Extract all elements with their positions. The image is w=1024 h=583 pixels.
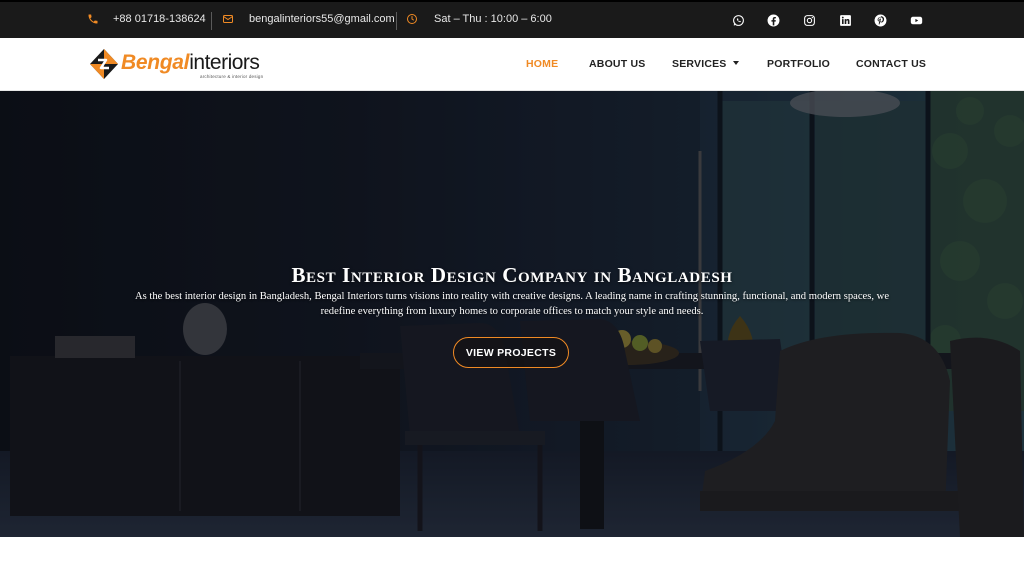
- instagram-icon[interactable]: [802, 13, 816, 27]
- phone-icon: [87, 13, 99, 25]
- email-text: bengalinteriors55@gmail.com: [249, 13, 395, 25]
- hero-description: As the best interior design in Banglades…: [134, 291, 890, 317]
- nav-home[interactable]: HOME: [526, 58, 558, 70]
- phone-text: +88 01718-138624: [113, 13, 206, 25]
- nav-portfolio[interactable]: PORTFOLIO: [767, 58, 830, 70]
- facebook-icon[interactable]: [766, 13, 780, 27]
- page-bottom-area: [0, 537, 1024, 583]
- clock-icon: [406, 13, 418, 25]
- logo-word: interiors: [189, 51, 260, 74]
- hero-section: Best Interior Design Company in Banglade…: [0, 91, 1024, 537]
- hero-title: Best Interior Design Company in Banglade…: [291, 263, 733, 287]
- pinterest-icon[interactable]: [873, 13, 887, 27]
- envelope-icon: [222, 13, 234, 25]
- logo-tagline: architecture & interior design: [200, 74, 264, 79]
- email-contact[interactable]: bengalinteriors55@gmail.com: [222, 13, 395, 25]
- nav-about-us[interactable]: ABOUT US: [589, 58, 645, 70]
- nav-services-label: SERVICES: [672, 58, 727, 70]
- nav-services[interactable]: SERVICES: [672, 58, 739, 70]
- phone-contact[interactable]: +88 01718-138624: [87, 13, 206, 25]
- logo[interactable]: Bengalinteriors: [121, 51, 260, 75]
- linkedin-icon[interactable]: [838, 13, 852, 27]
- divider: [211, 12, 212, 30]
- logo-mark-icon[interactable]: [89, 48, 119, 80]
- logo-brand: Bengal: [121, 51, 190, 74]
- hours-text: Sat – Thu : 10:00 – 6:00: [434, 13, 552, 25]
- hours-info: Sat – Thu : 10:00 – 6:00: [406, 13, 552, 25]
- caret-down-icon: [732, 61, 739, 66]
- whatsapp-icon[interactable]: [731, 13, 745, 27]
- youtube-icon[interactable]: [909, 13, 923, 27]
- divider: [396, 12, 397, 30]
- view-projects-button[interactable]: VIEW PROJECTS: [453, 337, 569, 368]
- top-bar: +88 01718-138624 bengalinteriors55@gmail…: [0, 0, 1024, 38]
- nav-contact-us[interactable]: CONTACT US: [856, 58, 926, 70]
